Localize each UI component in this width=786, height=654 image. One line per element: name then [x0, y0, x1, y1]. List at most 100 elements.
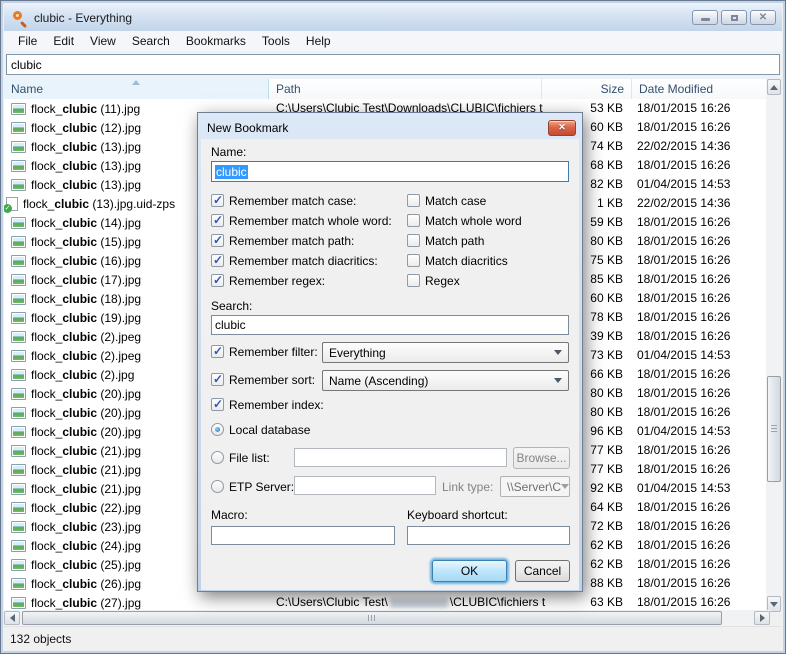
- horizontal-scroll-thumb[interactable]: [22, 611, 722, 625]
- column-header-date-modified[interactable]: Date Modified: [632, 79, 770, 99]
- new-bookmark-dialog: New Bookmark ✕ Name: clubic Remember mat…: [197, 112, 583, 592]
- close-icon: ✕: [758, 11, 768, 23]
- image-file-icon: [11, 273, 26, 286]
- remember-option-checkbox[interactable]: [211, 213, 224, 227]
- horizontal-scrollbar[interactable]: [4, 610, 770, 626]
- document-check-icon: [4, 196, 18, 213]
- match-option-label: Match whole word: [425, 214, 522, 228]
- file-name: flock_clubic (18).jpg: [31, 291, 142, 306]
- remember-filter-checkbox[interactable]: [211, 344, 224, 358]
- menu-search[interactable]: Search: [124, 32, 178, 50]
- file-name: flock_clubic (13).jpg: [31, 139, 142, 154]
- selected-text: clubic: [215, 164, 248, 179]
- minimize-button[interactable]: [692, 10, 718, 25]
- remember-option-label: Remember match case:: [229, 194, 357, 208]
- column-header-name[interactable]: Name: [4, 79, 269, 99]
- etp-server-label: ETP Server:: [229, 480, 295, 494]
- remember-index-checkbox[interactable]: [211, 397, 224, 411]
- everything-window: clubic - Everything ✕ File Edit View Sea…: [0, 0, 786, 654]
- image-file-icon: [11, 501, 26, 514]
- match-option-label: Match case: [425, 194, 487, 208]
- image-file-icon: [11, 159, 26, 172]
- remember-sort-checkbox[interactable]: [211, 372, 224, 386]
- arrow-up-icon: [770, 84, 778, 90]
- macro-input[interactable]: [211, 526, 395, 545]
- image-file-icon: [11, 387, 26, 400]
- scroll-right-button[interactable]: [754, 611, 770, 625]
- arrow-down-icon: [770, 601, 778, 607]
- file-date: 18/01/2015 16:26: [637, 310, 731, 324]
- match-option-checkbox[interactable]: [407, 214, 420, 227]
- filter-dropdown[interactable]: Everything: [322, 342, 569, 363]
- dialog-title-bar[interactable]: New Bookmark ✕: [201, 116, 579, 139]
- bookmark-search-input[interactable]: clubic: [211, 315, 569, 335]
- file-name: flock_clubic (17).jpg: [31, 272, 142, 287]
- menu-edit[interactable]: Edit: [45, 32, 82, 50]
- match-option-label: Regex: [425, 274, 460, 288]
- remember-option-checkbox[interactable]: [211, 253, 224, 267]
- close-button[interactable]: ✕: [750, 10, 776, 25]
- status-bar: 132 objects: [4, 626, 782, 650]
- search-input[interactable]: [6, 54, 780, 75]
- local-database-radio[interactable]: [211, 423, 224, 436]
- arrow-right-icon: [759, 614, 765, 622]
- file-date: 18/01/2015 16:26: [637, 367, 731, 381]
- browse-button[interactable]: Browse...: [513, 447, 570, 469]
- file-list-input[interactable]: [294, 448, 507, 467]
- file-size: 92 KB: [590, 481, 623, 495]
- file-size: 78 KB: [590, 310, 623, 324]
- sort-dropdown[interactable]: Name (Ascending): [322, 370, 569, 391]
- menu-bookmarks[interactable]: Bookmarks: [178, 32, 254, 50]
- match-option-checkbox[interactable]: [407, 234, 420, 247]
- etp-server-radio[interactable]: [211, 480, 224, 493]
- file-size: 62 KB: [590, 557, 623, 571]
- title-bar[interactable]: clubic - Everything ✕: [4, 4, 782, 31]
- match-option-checkbox[interactable]: [407, 194, 420, 207]
- file-date: 18/01/2015 16:26: [637, 234, 731, 248]
- column-header-size[interactable]: Size: [542, 79, 632, 99]
- ok-button[interactable]: OK: [432, 560, 507, 582]
- chevron-down-icon: [561, 484, 570, 489]
- file-list-radio[interactable]: [211, 451, 224, 464]
- menu-file[interactable]: File: [10, 32, 45, 50]
- file-size: 80 KB: [590, 405, 623, 419]
- file-name: flock_clubic (24).jpg: [31, 538, 142, 553]
- file-size: 96 KB: [590, 424, 623, 438]
- file-size: 85 KB: [590, 272, 623, 286]
- file-size: 77 KB: [590, 462, 623, 476]
- cancel-button[interactable]: Cancel: [515, 560, 570, 582]
- menu-help[interactable]: Help: [298, 32, 339, 50]
- vertical-scrollbar[interactable]: [766, 79, 782, 612]
- remember-option-checkbox[interactable]: [211, 233, 224, 247]
- column-header-path[interactable]: Path: [269, 79, 542, 99]
- file-size: 60 KB: [590, 120, 623, 134]
- image-file-icon: [11, 444, 26, 457]
- file-size: 62 KB: [590, 538, 623, 552]
- keyboard-shortcut-input[interactable]: [407, 526, 570, 545]
- file-size: 82 KB: [590, 177, 623, 191]
- remember-option-checkbox[interactable]: [211, 273, 224, 287]
- match-option-checkbox[interactable]: [407, 254, 420, 267]
- remember-option-label: Remember match diacritics:: [229, 254, 378, 268]
- etp-server-input[interactable]: [294, 476, 436, 495]
- close-icon: ✕: [558, 122, 566, 132]
- match-option-checkbox[interactable]: [407, 274, 420, 287]
- vertical-scroll-thumb[interactable]: [767, 376, 781, 482]
- scroll-up-button[interactable]: [767, 79, 781, 95]
- window-title: clubic - Everything: [34, 10, 133, 25]
- file-name: flock_clubic (13).jpg: [31, 177, 142, 192]
- image-file-icon: [11, 292, 26, 305]
- dialog-close-button[interactable]: ✕: [548, 119, 576, 136]
- menu-view[interactable]: View: [82, 32, 124, 50]
- bookmark-name-input[interactable]: clubic: [211, 161, 569, 182]
- file-name: flock_clubic (25).jpg: [31, 557, 142, 572]
- file-date: 22/02/2015 14:36: [637, 139, 731, 153]
- menu-tools[interactable]: Tools: [254, 32, 298, 50]
- restore-button[interactable]: [721, 10, 747, 25]
- scroll-left-button[interactable]: [4, 611, 20, 625]
- link-type-dropdown[interactable]: \\Server\C: [500, 476, 570, 497]
- image-file-icon: [11, 425, 26, 438]
- image-file-icon: [11, 140, 26, 153]
- match-option-label: Match diacritics: [425, 254, 508, 268]
- remember-option-checkbox[interactable]: [211, 193, 224, 207]
